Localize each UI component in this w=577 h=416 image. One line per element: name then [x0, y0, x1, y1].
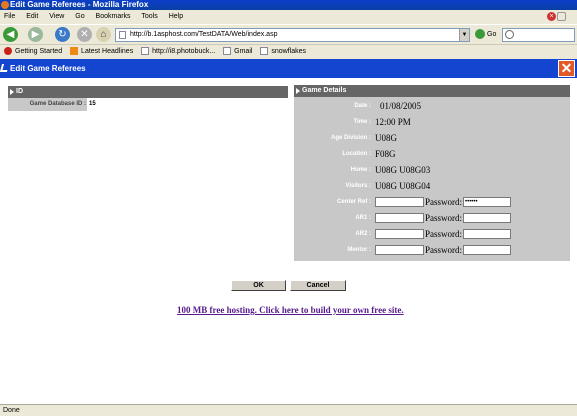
page-icon [260, 47, 269, 56]
location-value: F08G [375, 149, 396, 159]
menu-tools[interactable]: Tools [141, 13, 157, 20]
bookmark-photobucket[interactable]: http://i8.photobuck... [141, 45, 215, 59]
address-dropdown-icon[interactable]: ▼ [459, 29, 469, 41]
menu-file[interactable]: File [4, 13, 15, 20]
page-content: Edit Game Referees ✕ ID Game Database ID… [0, 59, 577, 404]
visitors-row: Visitors : U08G U08G04 [294, 178, 570, 194]
stop-loading-icon[interactable]: × [547, 12, 556, 21]
ok-button[interactable]: OK [231, 280, 286, 291]
triangle-right-icon [10, 89, 14, 95]
location-row: Location : F08G [294, 146, 570, 162]
mentor-name-input[interactable] [375, 245, 424, 255]
address-bar[interactable]: http://b.1asphost.com/TestDATA/Web/index… [115, 28, 470, 42]
page-header: Edit Game Referees ✕ [0, 59, 577, 78]
ar2-row: AR2 : Password: [294, 226, 570, 242]
time-value: 12:00 PM [375, 117, 411, 127]
mentor-password-label: Password: [425, 245, 463, 255]
center-ref-row: Center Ref : Password: [294, 194, 570, 210]
id-section-header: ID [8, 86, 288, 98]
navigation-toolbar: ◀ ▶ ↻ ✕ ⌂ http://b.1asphost.com/TestDATA… [0, 24, 577, 44]
back-arrow-icon[interactable]: ◀ [3, 27, 18, 42]
triangle-right-icon [296, 88, 300, 94]
date-label: Date : [354, 103, 371, 109]
page-icon [119, 31, 126, 39]
menu-view[interactable]: View [49, 13, 64, 20]
home-label: Home : [350, 167, 371, 173]
age-division-row: Age Division : U08G [294, 130, 570, 146]
menu-help[interactable]: Help [169, 13, 183, 20]
id-section-title: ID [16, 88, 23, 95]
free-hosting-link[interactable]: 100 MB free hosting. Click here to build… [177, 305, 404, 315]
toolbar-grip-icon [557, 12, 566, 21]
game-id-value: 15 [87, 98, 288, 111]
center-ref-name-input[interactable] [375, 197, 424, 207]
status-bar: Done [0, 404, 577, 416]
ar2-label: AR2 : [355, 231, 371, 237]
ar2-name-input[interactable] [375, 229, 424, 239]
forward-arrow-icon[interactable]: ▶ [28, 27, 43, 42]
ar1-row: AR1 : Password: [294, 210, 570, 226]
date-row: Date : 01/08/2005 [294, 98, 570, 114]
status-text: Done [3, 407, 20, 414]
search-input[interactable] [502, 28, 575, 42]
edit-pencil-icon [0, 64, 10, 72]
page-icon [223, 47, 232, 56]
ar2-password-label: Password: [425, 229, 463, 239]
home-row: Home : U08G U08G03 [294, 162, 570, 178]
address-url: http://b.1asphost.com/TestDATA/Web/index… [130, 31, 278, 38]
ar1-password-label: Password: [425, 213, 463, 223]
stop-icon[interactable]: ✕ [77, 27, 92, 42]
age-division-label: Age Division : [330, 135, 371, 141]
page-icon [141, 47, 150, 56]
ar2-password-input[interactable] [463, 229, 511, 239]
bookmark-snowflakes[interactable]: snowflakes [260, 45, 306, 59]
ar1-label: AR1 : [355, 215, 371, 221]
go-button[interactable]: Go [475, 29, 496, 41]
age-division-value: U08G [375, 133, 397, 143]
time-label: Time : [353, 119, 371, 125]
cancel-button[interactable]: Cancel [290, 280, 346, 291]
game-details-title: Game Details [302, 87, 347, 94]
bookmark-getting-started[interactable]: Getting Started [4, 45, 62, 59]
center-ref-password-input[interactable] [463, 197, 511, 207]
home-icon[interactable]: ⌂ [96, 27, 111, 42]
bookmark-latest-headlines[interactable]: Latest Headlines [70, 45, 133, 59]
center-ref-label: Center Ref : [336, 199, 371, 205]
ar1-password-input[interactable] [463, 213, 511, 223]
go-arrow-icon [475, 29, 485, 40]
window-title: Edit Game Referees - Mozilla Firefox [10, 0, 149, 9]
firefox-bookmark-icon [4, 47, 12, 56]
menu-go[interactable]: Go [75, 13, 84, 20]
game-id-label: Game Database ID : [29, 101, 86, 107]
game-id-row: Game Database ID : 15 [8, 98, 288, 111]
location-label: Location : [342, 151, 371, 157]
menu-bar: File Edit View Go Bookmarks Tools Help × [0, 10, 577, 24]
visitors-label: Visitors : [345, 183, 371, 189]
window-titlebar: Edit Game Referees - Mozilla Firefox [0, 0, 577, 10]
visitors-value: U08G U08G04 [375, 181, 431, 191]
reload-icon[interactable]: ↻ [55, 27, 70, 42]
menu-bookmarks[interactable]: Bookmarks [96, 13, 131, 20]
menu-edit[interactable]: Edit [26, 13, 38, 20]
game-details-panel: Date : 01/08/2005 Time : 12:00 PM Age Di… [294, 97, 570, 261]
page-title: Edit Game Referees [10, 64, 86, 73]
mentor-password-input[interactable] [463, 245, 511, 255]
mentor-row: Mentor : Password: [294, 242, 570, 258]
date-value: 01/08/2005 [380, 101, 422, 111]
home-value: U08G U08G03 [375, 165, 431, 175]
firefox-icon [1, 1, 9, 9]
bookmark-gmail[interactable]: Gmail [223, 45, 252, 59]
search-icon [505, 30, 514, 39]
mentor-label: Mentor : [347, 247, 371, 253]
game-details-header: Game Details [294, 85, 570, 97]
go-label: Go [487, 31, 497, 38]
bookmarks-toolbar: Getting Started Latest Headlines http://… [0, 44, 577, 59]
ar1-name-input[interactable] [375, 213, 424, 223]
close-icon[interactable]: ✕ [558, 60, 575, 77]
rss-feed-icon [70, 47, 79, 56]
time-row: Time : 12:00 PM [294, 114, 570, 130]
center-ref-password-label: Password: [425, 197, 463, 207]
